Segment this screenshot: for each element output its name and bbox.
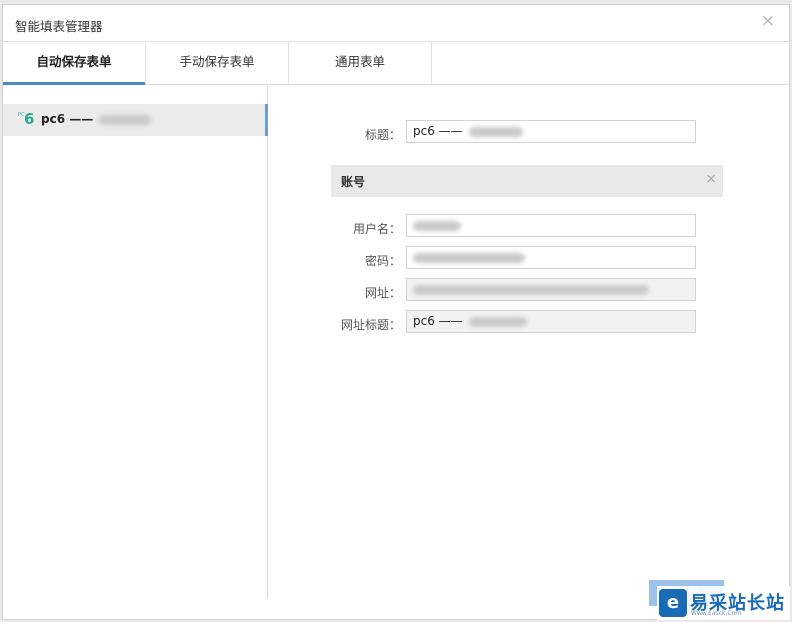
pc6-logo-icon: PC 6 [18, 110, 35, 128]
tab-manual-saved-forms[interactable]: 手动保存表单 [146, 42, 289, 84]
tab-bar: 自动保存表单 手动保存表单 通用表单 [3, 42, 789, 85]
url-input [406, 278, 696, 301]
title-input[interactable]: pc6 —— [406, 120, 696, 143]
password-label: 密码： [364, 254, 401, 268]
username-input[interactable] [406, 214, 696, 237]
watermark-subtext: Www.Easck.Com [691, 610, 742, 617]
blurred-text [468, 126, 523, 137]
section-title: 账号 [341, 175, 366, 189]
username-label: 用户名： [352, 222, 401, 236]
title-bar: 智能填表管理器 × [3, 5, 789, 42]
site-watermark: e 易采站长站 Www.Easck.Com [657, 586, 790, 620]
close-icon[interactable]: × [761, 13, 775, 30]
title-label: 标题： [364, 128, 401, 142]
tab-auto-saved-forms[interactable]: 自动保存表单 [3, 42, 146, 85]
close-icon[interactable]: × [705, 172, 717, 186]
easck-logo-icon: e [659, 589, 687, 617]
blurred-text [468, 316, 527, 327]
url-label: 网址： [364, 286, 401, 300]
url-title-input: pc6 —— [406, 310, 696, 333]
list-item-label: pc6 —— [41, 112, 152, 126]
account-section-header: 账号 × [331, 165, 723, 197]
form-detail-panel: 标题： pc6 —— 账号 × 用户名： 密码： 网址： 网址标题： pc6 —… [269, 86, 789, 606]
url-title-label: 网址标题： [340, 318, 401, 332]
masked-password [413, 252, 525, 263]
tab-general-forms[interactable]: 通用表单 [289, 42, 432, 84]
blurred-text [413, 220, 461, 231]
list-item[interactable]: PC 6 pc6 —— [3, 104, 268, 136]
password-input[interactable] [406, 246, 696, 269]
blurred-text [413, 284, 649, 295]
window-title: 智能填表管理器 [15, 19, 103, 34]
saved-forms-list: PC 6 pc6 —— [3, 86, 268, 598]
blurred-text [99, 114, 152, 125]
form-manager-dialog: 智能填表管理器 × 自动保存表单 手动保存表单 通用表单 PC 6 pc6 ——… [2, 4, 790, 620]
